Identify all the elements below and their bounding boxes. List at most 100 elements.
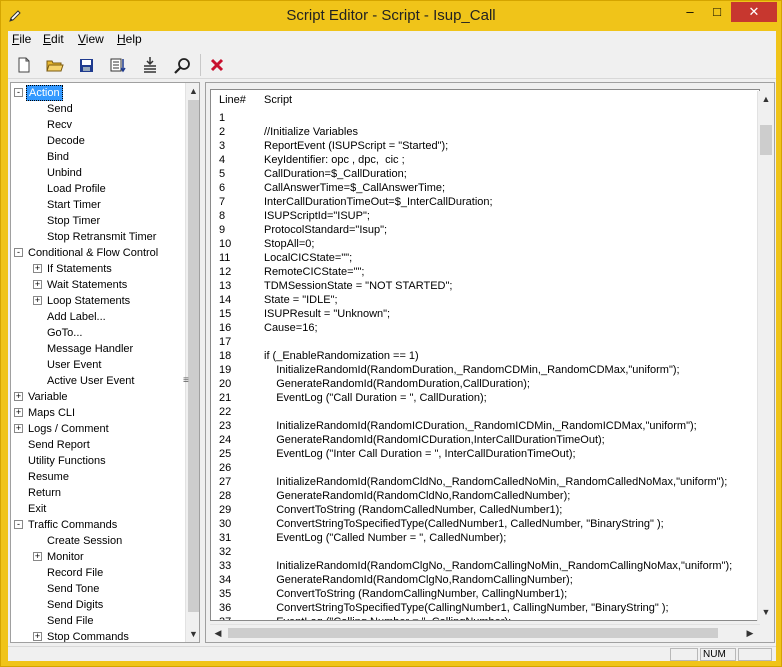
tree-item[interactable]: Message Handler [11,341,183,357]
expand-plus-icon[interactable]: + [14,392,23,401]
action-tree[interactable]: ▲ ▼ - Action Send Recv Decode Bind Unbind Load … [10,82,200,643]
tree-item[interactable]: Send Digits [11,597,183,613]
tree-item[interactable]: Send Tone [11,581,183,597]
expand-plus-icon[interactable]: + [33,296,42,305]
tree-item[interactable]: Exit [11,501,183,517]
new-file-icon[interactable] [12,53,36,77]
script-line[interactable]: 25 EventLog ("Inter Call Duration = ", I… [211,447,759,461]
tree-item[interactable]: Record File [11,565,183,581]
tree-item[interactable]: + Maps CLI [11,405,183,421]
script-line[interactable]: 9 ProtocolStandard="Isup"; [211,223,759,237]
script-line[interactable]: 2 //Initialize Variables [211,125,759,139]
expand-plus-icon[interactable]: + [33,280,42,289]
script-line[interactable]: 4 KeyIdentifier: opc , dpc, cic ; [211,153,759,167]
tree-item[interactable]: User Event [11,357,183,373]
script-scroll-up-icon[interactable]: ▲ [758,91,774,107]
tree-item[interactable]: Send File [11,613,183,629]
tree-scrollbar[interactable]: ▲ ▼ [185,83,199,642]
tree-item[interactable]: - Action [11,85,183,101]
script-line[interactable]: 37 EventLog ("Calling Number = ", Callin… [211,615,759,620]
delete-icon[interactable] [205,53,229,77]
script-line[interactable]: 17 [211,335,759,349]
collapse-minus-icon[interactable]: - [14,248,23,257]
script-line[interactable]: 16 Cause=16; [211,321,759,335]
tree-item[interactable]: + Loop Statements [11,293,183,309]
script-line[interactable]: 20 GenerateRandomId(RandomDuration,CallD… [211,377,759,391]
script-scroll-down-icon[interactable]: ▼ [758,604,774,620]
script-line[interactable]: 8 ISUPScriptId="ISUP"; [211,209,759,223]
tree-item[interactable]: Resume [11,469,183,485]
tree-item[interactable]: Start Timer [11,197,183,213]
script-line[interactable]: 24 GenerateRandomId(RandomICDuration,Int… [211,433,759,447]
tree-item[interactable]: Stop Retransmit Timer [11,229,183,245]
script-line[interactable]: 32 [211,545,759,559]
script-line[interactable]: 6 CallAnswerTime=$_CallAnswerTime; [211,181,759,195]
script-line[interactable]: 21 EventLog ("Call Duration = ", CallDur… [211,391,759,405]
splitter-grip-icon[interactable]: ≡ [183,375,189,386]
tree-item[interactable]: Send Report [11,437,183,453]
tree-item[interactable]: + Monitor [11,549,183,565]
script-scroll-right-icon[interactable]: ▶ [742,625,758,641]
tree-item[interactable]: Return [11,485,183,501]
script-line[interactable]: 34 GenerateRandomId(RandomClgNo,RandomCa… [211,573,759,587]
expand-plus-icon[interactable]: + [33,264,42,273]
tree-item[interactable]: Active User Event [11,373,183,389]
tree-item[interactable]: Send [11,101,183,117]
expand-plus-icon[interactable]: + [33,552,42,561]
scroll-up-icon[interactable]: ▲ [186,83,199,99]
tree-scroll-thumb[interactable] [188,100,199,612]
menu-file[interactable]: File [12,32,31,46]
script-line[interactable]: 33 InitializeRandomId(RandomClgNo,_Rando… [211,559,759,573]
tree-item[interactable]: Create Session [11,533,183,549]
script-line[interactable]: 14 State = "IDLE"; [211,293,759,307]
tree-item[interactable]: + Wait Statements [11,277,183,293]
menu-help[interactable]: Help [117,32,142,46]
collapse-minus-icon[interactable]: - [14,520,23,529]
script-line[interactable]: 5 CallDuration=$_CallDuration; [211,167,759,181]
script-line[interactable]: 3 ReportEvent (ISUPScript = "Started"); [211,139,759,153]
script-line[interactable]: 15 ISUPResult = "Unknown"; [211,307,759,321]
scroll-down-icon[interactable]: ▼ [186,626,199,642]
tree-item[interactable]: - Traffic Commands [11,517,183,533]
tree-item[interactable]: Load Profile [11,181,183,197]
tree-item[interactable]: GoTo... [11,325,183,341]
tree-item[interactable]: Add Label... [11,309,183,325]
menu-view[interactable]: View [78,32,104,46]
expand-plus-icon[interactable]: + [14,408,23,417]
tree-item[interactable]: Unbind [11,165,183,181]
title-bar[interactable]: Script Editor - Script - Isup_Call – □ ✕ [1,1,781,31]
collapse-minus-icon[interactable]: - [14,88,23,97]
script-line[interactable]: 30 ConvertStringToSpecifiedType(CalledNu… [211,517,759,531]
script-line[interactable]: 22 [211,405,759,419]
tree-item[interactable]: Stop Timer [11,213,183,229]
maximize-button[interactable]: □ [704,2,730,22]
tree-item[interactable]: - Conditional & Flow Control [11,245,183,261]
script-horizontal-scrollbar[interactable]: ◀ ▶ [210,624,760,640]
import-icon[interactable] [138,53,162,77]
script-line[interactable]: 23 InitializeRandomId(RandomICDuration,_… [211,419,759,433]
tree-item[interactable]: + Variable [11,389,183,405]
script-line[interactable]: 29 ConvertToString (RandomCalledNumber, … [211,503,759,517]
tree-item[interactable]: + If Statements [11,261,183,277]
tree-item[interactable]: Bind [11,149,183,165]
script-line[interactable]: 18 if (_EnableRandomization == 1) [211,349,759,363]
script-line[interactable]: 35 ConvertToString (RandomCallingNumber,… [211,587,759,601]
script-scroll-thumb[interactable] [760,125,772,155]
script-line[interactable]: 12 RemoteCICState=""; [211,265,759,279]
script-scroll-left-icon[interactable]: ◀ [210,625,226,641]
script-line[interactable]: 36 ConvertStringToSpecifiedType(CallingN… [211,601,759,615]
script-line[interactable]: 7 InterCallDurationTimeOut=$_InterCallDur… [211,195,759,209]
expand-plus-icon[interactable]: + [33,632,42,641]
script-line[interactable]: 31 EventLog ("Called Number = ", CalledN… [211,531,759,545]
script-hscroll-thumb[interactable] [228,628,718,638]
tree-item[interactable]: + Stop Commands [11,629,183,642]
tree-item[interactable]: Utility Functions [11,453,183,469]
minimize-button[interactable]: – [677,2,703,22]
tree-item[interactable]: Recv [11,117,183,133]
tree-item[interactable]: Decode [11,133,183,149]
script-line[interactable]: 10 StopAll=0; [211,237,759,251]
save-disk-icon[interactable] [74,53,98,77]
script-line[interactable]: 13 TDMSessionState = "NOT STARTED"; [211,279,759,293]
close-button[interactable]: ✕ [731,2,777,22]
script-editor[interactable]: Line# Script 1 2//Initialize Variables 3 Re… [210,89,760,621]
